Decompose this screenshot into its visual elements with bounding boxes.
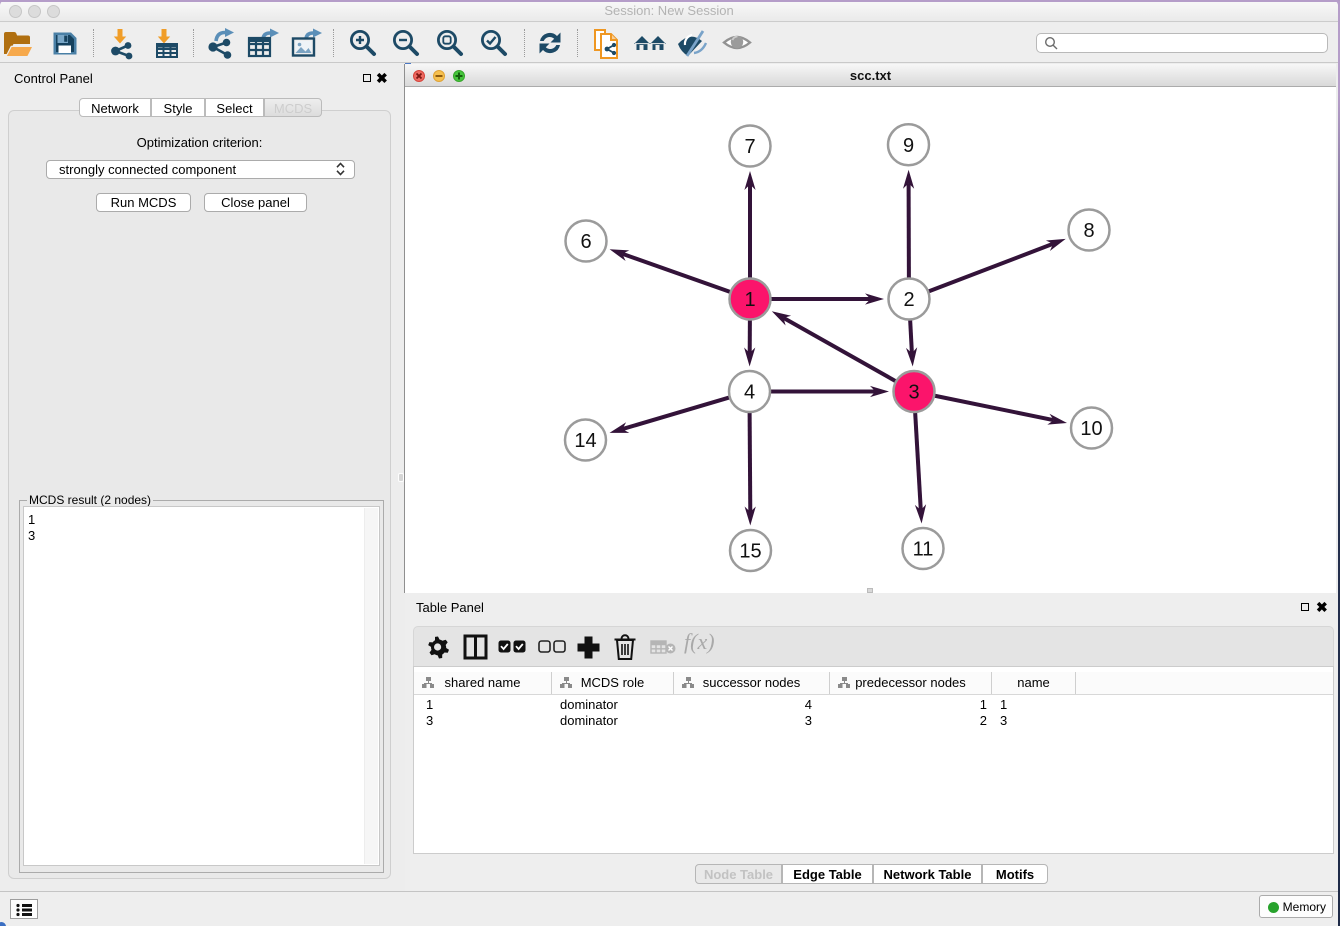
svg-text:4: 4 xyxy=(744,382,755,404)
svg-text:3: 3 xyxy=(908,382,919,404)
svg-text:7: 7 xyxy=(744,136,755,158)
svg-text:15: 15 xyxy=(739,541,761,563)
svg-text:8: 8 xyxy=(1083,220,1094,242)
svg-text:14: 14 xyxy=(574,430,596,452)
svg-text:6: 6 xyxy=(580,231,591,253)
svg-text:9: 9 xyxy=(903,135,914,157)
svg-text:11: 11 xyxy=(913,539,934,561)
svg-text:10: 10 xyxy=(1080,418,1102,440)
svg-text:2: 2 xyxy=(903,289,914,311)
svg-text:1: 1 xyxy=(744,289,755,311)
